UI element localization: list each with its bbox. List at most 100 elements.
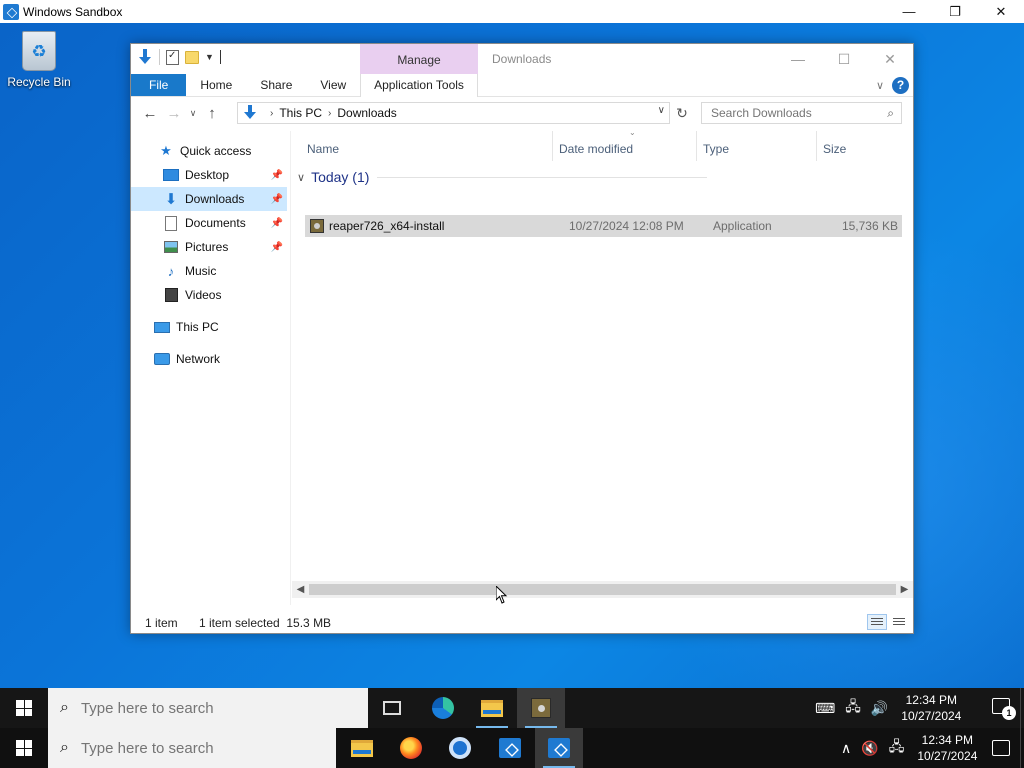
volume-icon[interactable]: 🔊 <box>871 700 888 717</box>
file-explorer-taskbar-button[interactable] <box>468 688 516 728</box>
taskbar-search-input[interactable] <box>78 698 329 718</box>
maximize-button[interactable]: ☐ <box>821 44 867 74</box>
nav-desktop[interactable]: Desktop 📌 <box>131 163 287 187</box>
scroll-right-icon[interactable]: ▶ <box>896 581 913 598</box>
edge-taskbar-button[interactable] <box>419 688 467 728</box>
search-icon: ⌕ <box>60 739 69 756</box>
pin-icon[interactable]: 📌 <box>271 170 283 181</box>
nav-this-pc[interactable]: This PC <box>131 315 287 339</box>
windows-sandbox-icon <box>499 738 521 758</box>
breadcrumb-this-pc[interactable]: This PC <box>279 106 322 120</box>
column-header-type[interactable]: Type <box>696 131 816 161</box>
network-status-icon[interactable]: 🖧 <box>889 736 905 760</box>
back-button[interactable]: ← <box>138 105 162 122</box>
refresh-button[interactable]: ↻ <box>672 102 692 124</box>
keyboard-icon[interactable]: ⌨ <box>815 700 835 717</box>
windows-sandbox-icon <box>548 738 570 758</box>
tab-manage[interactable]: Manage <box>360 44 478 74</box>
close-button[interactable]: ✕ <box>867 44 913 74</box>
tab-share[interactable]: Share <box>246 74 306 96</box>
search-box[interactable]: ⌕ <box>701 102 902 124</box>
tab-file[interactable]: File <box>131 74 187 96</box>
videos-folder-icon <box>164 288 178 302</box>
host-taskbar: ⌕ ∧ 🔇 🖧 12:34 PM 10/27/2024 <box>0 728 1024 768</box>
host-start-button[interactable] <box>0 728 48 768</box>
host-file-explorer-button[interactable] <box>338 728 386 768</box>
reaper-installer-icon <box>531 698 551 718</box>
sandbox-maximize-button[interactable]: ❐ <box>932 0 978 23</box>
file-size: 15,736 KB <box>841 219 898 233</box>
tab-view[interactable]: View <box>306 74 360 96</box>
host-action-center-icon[interactable] <box>992 740 1010 756</box>
network-status-icon[interactable]: 🖧 <box>845 696 861 720</box>
group-header-today[interactable]: ∨ Today (1) <box>297 169 708 185</box>
nav-documents[interactable]: Documents 📌 <box>131 211 287 235</box>
column-header-name[interactable]: Name <box>292 131 562 161</box>
up-button[interactable]: ↑ <box>200 105 224 122</box>
horizontal-scrollbar[interactable]: ◀ ▶ <box>292 581 913 598</box>
tab-application-tools[interactable]: Application Tools <box>360 74 478 97</box>
action-center-icon[interactable]: 1 <box>992 698 1016 720</box>
column-header-date-modified[interactable]: Date modified <box>552 131 696 161</box>
help-icon[interactable]: ? <box>892 77 909 94</box>
chevron-right-icon[interactable]: › <box>328 108 331 119</box>
show-desktop-button[interactable] <box>1020 688 1024 728</box>
column-headers: ⌄ Name Date modified Type Size <box>292 128 913 161</box>
chrome-taskbar-button[interactable] <box>436 728 484 768</box>
collapse-chevron-icon[interactable]: ∨ <box>297 171 305 184</box>
address-dropdown-icon[interactable]: ∨ <box>658 105 665 116</box>
column-header-size[interactable]: Size <box>816 131 906 161</box>
host-taskbar-search-box[interactable]: ⌕ <box>48 728 336 768</box>
nav-downloads[interactable]: ⬇ Downloads 📌 <box>131 187 287 211</box>
search-input[interactable] <box>709 105 869 121</box>
pin-icon[interactable]: 📌 <box>271 242 283 253</box>
nav-pictures[interactable]: Pictures 📌 <box>131 235 287 259</box>
nav-quick-access[interactable]: ★ Quick access <box>131 139 287 163</box>
task-view-button[interactable] <box>368 688 416 728</box>
host-clock[interactable]: 12:34 PM 10/27/2024 <box>917 732 977 764</box>
nav-network[interactable]: Network <box>131 347 287 371</box>
recycle-bin-shortcut[interactable]: Recycle Bin <box>6 31 72 89</box>
new-folder-icon[interactable] <box>185 50 199 64</box>
reaper-installer-taskbar-button[interactable] <box>517 688 565 728</box>
address-bar[interactable]: › This PC › Downloads ∨ <box>237 102 670 124</box>
details-view-button[interactable] <box>867 614 887 630</box>
muted-speaker-icon[interactable]: 🔇 <box>861 740 878 757</box>
show-hidden-icons-chevron-icon[interactable]: ∧ <box>841 740 851 757</box>
chevron-right-icon[interactable]: › <box>270 108 273 119</box>
file-row[interactable]: reaper726_x64-install 10/27/2024 12:08 P… <box>305 215 902 237</box>
pin-icon[interactable]: 📌 <box>271 194 283 205</box>
large-icons-view-button[interactable] <box>889 614 909 630</box>
search-icon: ⌕ <box>887 106 894 120</box>
host-show-desktop-button[interactable] <box>1020 728 1024 768</box>
breadcrumb-downloads[interactable]: Downloads <box>337 106 396 120</box>
minimize-button[interactable]: — <box>775 44 821 74</box>
selection-info: 1 item selected 15.3 MB <box>199 616 332 630</box>
start-button[interactable] <box>0 688 48 728</box>
pin-icon[interactable]: 📌 <box>271 218 283 229</box>
scroll-left-icon[interactable]: ◀ <box>292 581 309 598</box>
clock[interactable]: 12:34 PM 10/27/2024 <box>901 692 961 724</box>
sandbox-active-taskbar-button[interactable] <box>535 728 583 768</box>
sandbox-minimize-button[interactable]: — <box>886 0 932 23</box>
sandbox-title: Windows Sandbox <box>23 4 123 19</box>
customize-toolbar-dropdown-icon[interactable]: ▼ <box>205 52 214 62</box>
nav-music[interactable]: ♪ Music <box>131 259 287 283</box>
mouse-cursor-icon <box>496 586 508 604</box>
forward-button[interactable]: → <box>162 105 186 122</box>
sandbox-taskbar-button[interactable] <box>486 728 534 768</box>
properties-icon[interactable] <box>166 49 179 65</box>
tab-home[interactable]: Home <box>186 74 246 96</box>
host-system-tray: ∧ 🔇 🖧 12:34 PM 10/27/2024 <box>836 728 985 768</box>
firefox-taskbar-button[interactable] <box>387 728 435 768</box>
file-type: Application <box>713 219 772 233</box>
expand-ribbon-chevron-icon[interactable]: ∨ <box>876 79 884 92</box>
taskbar-search-box[interactable]: ⌕ <box>48 688 368 728</box>
sandbox-close-button[interactable]: ✕ <box>978 0 1024 23</box>
application-icon <box>310 219 324 233</box>
nav-videos[interactable]: Videos <box>131 283 287 307</box>
downloads-location-icon <box>242 105 258 121</box>
host-taskbar-search-input[interactable] <box>78 738 329 758</box>
recent-locations-dropdown[interactable]: ∨ <box>186 108 200 119</box>
scrollbar-thumb[interactable] <box>309 584 896 595</box>
